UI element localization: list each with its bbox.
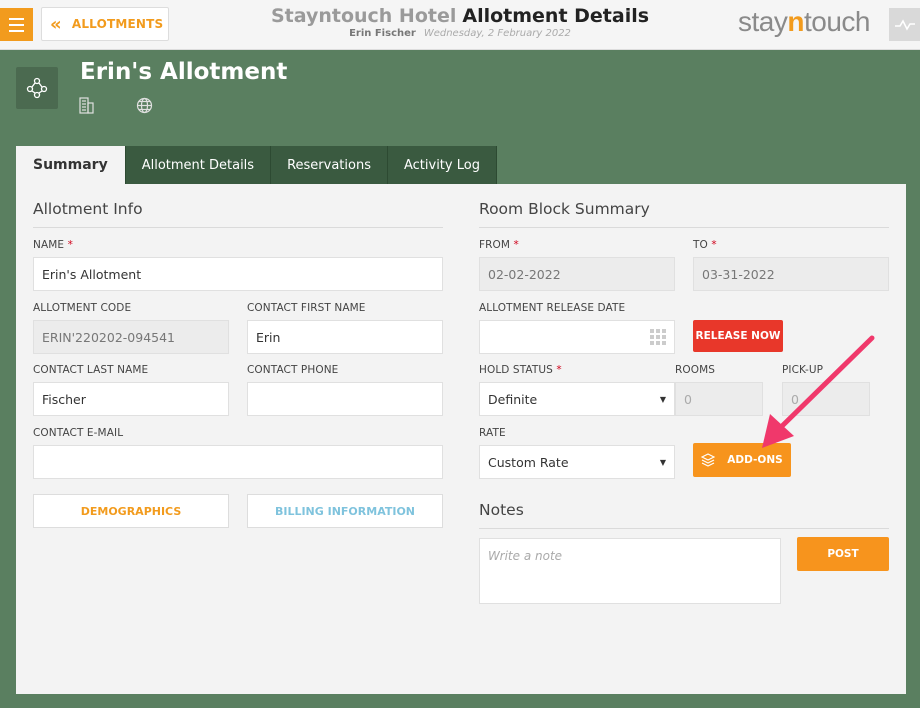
contact-email-label: CONTACT E-MAIL (33, 427, 124, 439)
pickup-field: 0 (782, 382, 870, 416)
contact-phone-input[interactable] (247, 382, 443, 416)
release-now-button[interactable]: RELEASE NOW (693, 320, 783, 352)
allotment-code-label: ALLOTMENT CODE (33, 302, 132, 314)
billing-information-button[interactable]: BILLING INFORMATION (247, 494, 443, 528)
building-icon[interactable] (79, 97, 94, 114)
divider (479, 528, 889, 529)
caret-down-icon: ▼ (659, 394, 666, 404)
add-ons-button[interactable]: ADD-ONS (693, 443, 791, 477)
tab-activity-log[interactable]: Activity Log (387, 146, 497, 184)
business-date: Wednesday, 2 February 2022 (423, 28, 571, 39)
name-label: NAME * (33, 239, 73, 251)
hold-status-label: HOLD STATUS * (479, 364, 562, 376)
pulse-icon (894, 18, 915, 31)
to-date-field: 03-31-2022 (693, 257, 889, 291)
globe-icon[interactable] (136, 97, 153, 114)
caret-down-icon: ▼ (659, 457, 666, 467)
rooms-field: 0 (675, 382, 763, 416)
tab-bar: Summary Allotment Details Reservations A… (16, 146, 497, 184)
user-name: Erin Fischer (349, 28, 416, 39)
release-date-input[interactable] (479, 320, 675, 354)
contact-last-name-input[interactable]: Fischer (33, 382, 229, 416)
hold-status-select[interactable]: Definite ▼ (479, 382, 675, 416)
post-note-button[interactable]: POST (797, 537, 889, 571)
from-label: FROM * (479, 239, 519, 251)
to-label: TO * (693, 239, 717, 251)
contact-phone-label: CONTACT PHONE (247, 364, 339, 376)
hotel-name: Stayntouch Hotel (270, 5, 457, 27)
notes-title: Notes (479, 501, 524, 519)
contact-last-name-label: CONTACT LAST NAME (33, 364, 149, 376)
page-name: Allotment Details (462, 5, 650, 27)
activity-button[interactable] (889, 8, 920, 41)
summary-panel: Allotment Info NAME * Erin's Allotment A… (16, 184, 906, 694)
tab-reservations[interactable]: Reservations (271, 146, 388, 184)
allotment-code-field: ERIN'220202-094541 (33, 320, 229, 354)
allotment-name-input[interactable]: Erin's Allotment (33, 257, 443, 291)
divider (479, 227, 889, 228)
release-date-label: ALLOTMENT RELEASE DATE (479, 302, 626, 314)
rate-select[interactable]: Custom Rate ▼ (479, 445, 675, 479)
divider (33, 227, 443, 228)
stayntouch-logo: stayntouch (738, 6, 870, 37)
group-icon (26, 77, 48, 99)
calendar-grid-icon[interactable] (650, 329, 666, 345)
room-block-summary-title: Room Block Summary (479, 200, 650, 218)
from-date-field: 02-02-2022 (479, 257, 675, 291)
contact-email-input[interactable] (33, 445, 443, 479)
group-avatar (16, 67, 58, 109)
contact-first-name-input[interactable]: Erin (247, 320, 443, 354)
note-textarea[interactable]: Write a note (479, 538, 781, 604)
pickup-label: PICK-UP (782, 364, 824, 376)
rate-label: RATE (479, 427, 506, 439)
rooms-label: ROOMS (675, 364, 716, 376)
demographics-button[interactable]: DEMOGRAPHICS (33, 494, 229, 528)
top-bar: « ALLOTMENTS Stayntouch Hotel Allotment D… (0, 0, 920, 50)
allotment-title: Erin's Allotment (80, 59, 288, 85)
allotment-info-title: Allotment Info (33, 200, 143, 218)
tab-summary[interactable]: Summary (16, 146, 126, 184)
contact-first-name-label: CONTACT FIRST NAME (247, 302, 366, 314)
layers-icon (701, 453, 716, 467)
tab-allotment-details[interactable]: Allotment Details (125, 146, 272, 184)
